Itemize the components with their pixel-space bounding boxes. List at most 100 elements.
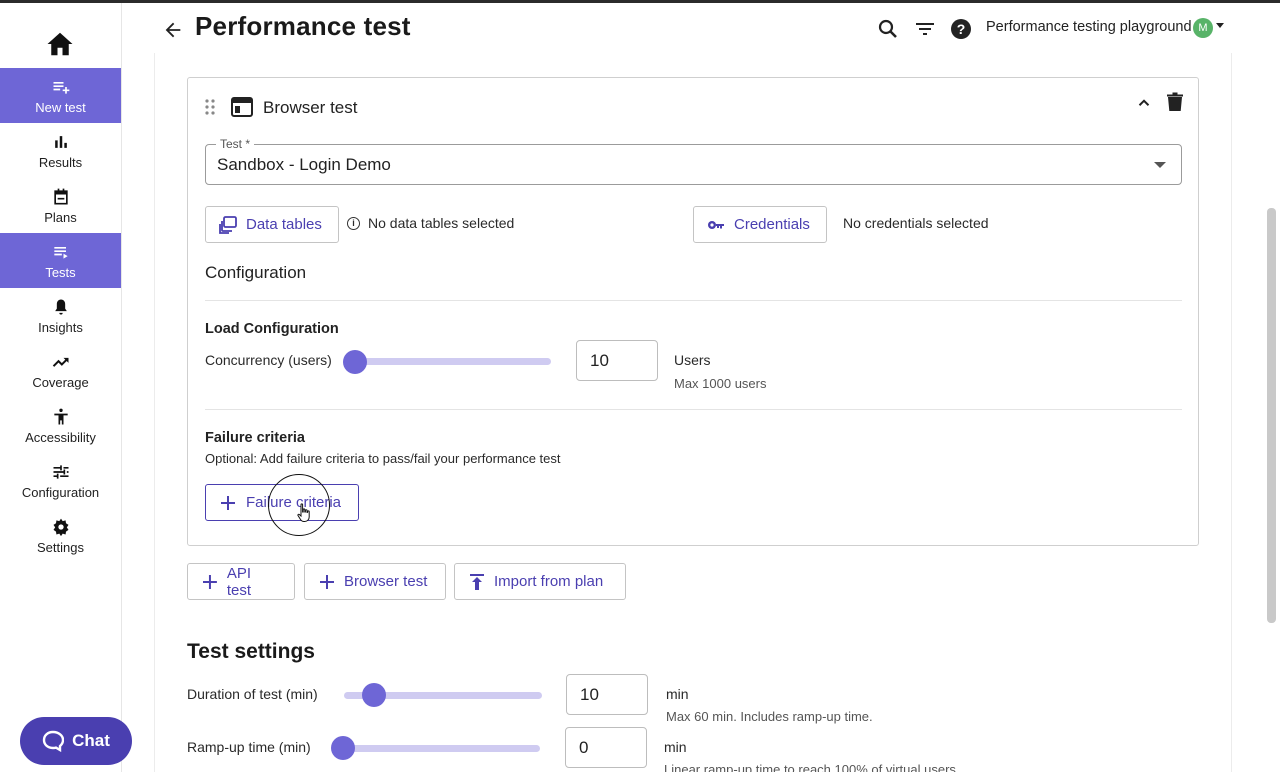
sidebar-item-configuration[interactable]: Configuration (0, 453, 121, 508)
copy-icon (219, 215, 237, 234)
chat-bubble-icon (42, 730, 65, 752)
key-icon (708, 220, 724, 229)
sidebar-item-label: Tests (45, 264, 76, 280)
import-from-plan-button[interactable]: Import from plan (454, 563, 626, 600)
duration-input[interactable] (566, 674, 648, 715)
svg-text:?: ? (957, 21, 966, 37)
bell-icon (54, 299, 67, 314)
trending-up-icon (52, 357, 68, 367)
concurrency-unit: Users (674, 352, 711, 368)
rampup-unit: min (664, 739, 687, 755)
browser-test-card: Browser test Test * Sandbox - Login Demo… (187, 77, 1199, 546)
sidebar-item-label: Results (38, 154, 83, 170)
add-browser-test-button[interactable]: Browser test (304, 563, 446, 600)
credentials-note: No credentials selected (843, 215, 989, 231)
sidebar: New test Results Plans Tests Insights Co… (0, 3, 122, 772)
sidebar-item-results[interactable]: Results (0, 123, 121, 178)
sidebar-item-coverage[interactable]: Coverage (0, 343, 121, 398)
test-select[interactable]: Test * Sandbox - Login Demo (205, 137, 1182, 185)
concurrency-max-note: Max 1000 users (674, 376, 767, 391)
duration-unit: min (666, 686, 689, 702)
card-title: Browser test (263, 98, 358, 117)
back-arrow-icon[interactable] (162, 19, 184, 41)
pointer-hand-icon (297, 503, 310, 522)
failure-criteria-heading: Failure criteria (205, 430, 305, 446)
data-tables-status: No data tables selected (368, 215, 515, 231)
upload-icon (470, 573, 484, 590)
add-browser-test-label: Browser test (344, 573, 428, 590)
duration-slider-thumb[interactable] (362, 683, 386, 707)
divider (205, 409, 1182, 410)
concurrency-label: Concurrency (users) (205, 352, 332, 368)
rampup-label: Ramp-up time (min) (187, 739, 311, 755)
main-content: Performance test ? Performance testing p… (122, 3, 1280, 772)
import-from-plan-label: Import from plan (494, 573, 604, 590)
concurrency-input[interactable] (576, 340, 658, 381)
sidebar-item-label: Settings (37, 539, 84, 555)
plus-icon (221, 495, 235, 510)
accessibility-icon (53, 408, 68, 424)
configuration-heading: Configuration (205, 263, 307, 282)
duration-label: Duration of test (min) (187, 686, 318, 702)
credentials-status: No credentials selected (843, 215, 989, 231)
rampup-slider-track[interactable] (344, 745, 540, 752)
credentials-label: Credentials (734, 216, 810, 233)
sidebar-item-new-test[interactable]: New test (0, 68, 121, 123)
test-select-value: Sandbox - Login Demo (217, 155, 391, 174)
avatar[interactable]: M (1193, 18, 1213, 38)
add-api-test-button[interactable]: API test (187, 563, 295, 600)
search-icon[interactable] (876, 17, 900, 41)
sidebar-item-accessibility[interactable]: Accessibility (0, 398, 121, 453)
drag-handle-icon[interactable] (204, 98, 216, 116)
home-icon[interactable] (44, 29, 76, 59)
concurrency-slider-thumb[interactable] (343, 350, 367, 374)
page-header: Performance test ? Performance testing p… (122, 3, 1280, 53)
chat-button-label: Chat (72, 731, 110, 750)
browser-window-icon (231, 97, 253, 117)
test-select-label: Test * (216, 137, 255, 151)
sidebar-item-settings[interactable]: Settings (0, 508, 121, 563)
rampup-note: Linear ramp-up time to reach 100% of vir… (664, 762, 960, 772)
list-icon (53, 246, 68, 259)
dropdown-arrow-icon (1154, 162, 1166, 168)
chevron-up-icon[interactable] (1135, 94, 1153, 112)
trash-icon[interactable] (1166, 92, 1184, 112)
sidebar-item-tests[interactable]: Tests (0, 233, 121, 288)
info-icon: i (347, 216, 360, 230)
filter-icon[interactable] (913, 17, 937, 41)
workspace-selector[interactable]: Performance testing playground (986, 19, 1192, 35)
plus-icon (320, 574, 334, 589)
data-tables-label: Data tables (246, 216, 322, 233)
data-tables-note: i No data tables selected (347, 215, 514, 231)
rampup-input[interactable] (565, 727, 647, 768)
divider (205, 300, 1182, 301)
plus-icon (203, 574, 217, 589)
playlist-add-icon (53, 81, 69, 94)
sidebar-item-insights[interactable]: Insights (0, 288, 121, 343)
tune-icon (53, 464, 68, 479)
credentials-button[interactable]: Credentials (693, 206, 827, 243)
calendar-icon (53, 188, 68, 204)
chat-button[interactable]: Chat (20, 717, 132, 765)
scrollbar-thumb[interactable] (1267, 208, 1276, 623)
sidebar-item-label: Configuration (21, 484, 100, 500)
test-settings-heading: Test settings (187, 640, 315, 663)
sidebar-item-label: Accessibility (25, 429, 96, 445)
sidebar-item-plans[interactable]: Plans (0, 178, 121, 233)
load-configuration-heading: Load Configuration (205, 321, 339, 337)
sidebar-item-label: Insights (38, 319, 83, 335)
failure-criteria-description: Optional: Add failure criteria to pass/f… (205, 451, 561, 466)
help-icon[interactable]: ? (949, 17, 973, 41)
add-api-test-label: API test (226, 564, 252, 599)
data-tables-button[interactable]: Data tables (205, 206, 339, 243)
sidebar-item-label: New test (35, 99, 86, 115)
bar-chart-icon (54, 135, 67, 148)
concurrency-slider-track[interactable] (343, 358, 551, 365)
page-title: Performance test (195, 11, 411, 41)
sidebar-item-label: Coverage (32, 374, 89, 390)
gear-icon (53, 518, 68, 536)
sidebar-item-label: Plans (44, 209, 77, 225)
rampup-slider-thumb[interactable] (331, 736, 355, 760)
duration-note: Max 60 min. Includes ramp-up time. (666, 709, 873, 724)
chevron-down-icon[interactable] (1216, 23, 1224, 28)
